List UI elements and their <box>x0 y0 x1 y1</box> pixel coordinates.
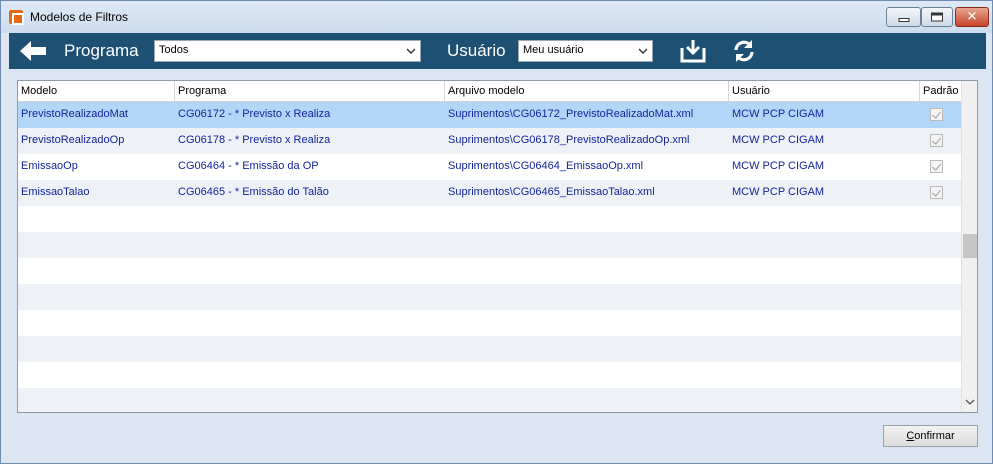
cell-padrao <box>920 128 961 154</box>
padrao-checkbox[interactable] <box>930 186 943 199</box>
empty-row <box>18 284 961 310</box>
cell-padrao <box>920 180 961 206</box>
cell-usuario: MCW PCP CIGAM <box>732 134 825 146</box>
cell-padrao <box>920 154 961 180</box>
cell-usuario: MCW PCP CIGAM <box>732 108 825 120</box>
cell-programa: CG06172 - * Previsto x Realiza <box>178 108 331 120</box>
cell-usuario: MCW PCP CIGAM <box>732 160 825 172</box>
scroll-down-icon[interactable] <box>965 397 975 407</box>
scrollbar-thumb[interactable] <box>963 234 977 258</box>
padrao-checkbox[interactable] <box>930 108 943 121</box>
cell-programa: CG06465 - * Emissão do Talão <box>178 186 329 198</box>
chevron-down-icon <box>406 48 416 54</box>
programa-select[interactable]: Todos <box>154 40 421 62</box>
table-row[interactable]: PrevistoRealizadoOp CG06178 - * Previsto… <box>18 128 961 154</box>
window-title: Modelos de Filtros <box>30 10 129 24</box>
cell-modelo: PrevistoRealizadoMat <box>21 108 128 120</box>
usuario-label: Usuário <box>447 41 506 60</box>
empty-row <box>18 258 961 284</box>
table-row[interactable]: EmissaoOp CG06464 - * Emissão da OP Supr… <box>18 154 961 180</box>
cell-modelo: PrevistoRealizadoOp <box>21 134 125 146</box>
empty-row <box>18 388 961 412</box>
grid-rows: PrevistoRealizadoMat CG06172 - * Previst… <box>18 102 961 412</box>
toolbar: Programa Todos Usuário Meu usuário <box>9 33 986 69</box>
column-header-padrao[interactable]: Padrão <box>920 81 961 102</box>
table-row[interactable]: EmissaoTalao CG06465 - * Emissão do Talã… <box>18 180 961 206</box>
cell-arquivo: Suprimentos\CG06464_EmissaoOp.xml <box>448 160 644 172</box>
window: Modelos de Filtros ✕ Programa Todos Usuá… <box>0 0 993 464</box>
padrao-checkbox[interactable] <box>930 160 943 173</box>
cell-modelo: EmissaoTalao <box>21 186 90 198</box>
empty-row <box>18 206 961 232</box>
confirm-button[interactable]: Confirmar <box>883 425 978 447</box>
programa-label: Programa <box>64 41 139 60</box>
usuario-select[interactable]: Meu usuário <box>518 40 653 62</box>
import-icon[interactable] <box>680 39 706 63</box>
models-grid[interactable]: Modelo Programa Arquivo modelo Usuário P… <box>17 80 978 413</box>
close-icon: ✕ <box>966 9 978 25</box>
cell-modelo: EmissaoOp <box>21 160 78 172</box>
column-header-usuario[interactable]: Usuário <box>729 81 920 102</box>
chevron-down-icon <box>638 48 648 54</box>
back-arrow-icon[interactable] <box>17 38 49 64</box>
cell-arquivo: Suprimentos\CG06172_PrevistoRealizadoMat… <box>448 108 694 120</box>
empty-row <box>18 232 961 258</box>
cell-usuario: MCW PCP CIGAM <box>732 186 825 198</box>
maximize-icon <box>931 12 943 22</box>
vertical-scrollbar[interactable] <box>961 81 977 412</box>
empty-row <box>18 336 961 362</box>
programa-select-value: Todos <box>159 44 189 56</box>
cell-arquivo: Suprimentos\CG06465_EmissaoTalao.xml <box>448 186 655 198</box>
confirm-button-label: onfirmar <box>914 430 955 442</box>
padrao-checkbox[interactable] <box>930 134 943 147</box>
maximize-button[interactable] <box>921 7 953 27</box>
column-header-modelo[interactable]: Modelo <box>18 81 175 102</box>
cell-padrao <box>920 102 961 128</box>
cell-programa: CG06178 - * Previsto x Realiza <box>178 134 331 146</box>
column-header-arquivo[interactable]: Arquivo modelo <box>445 81 729 102</box>
grid-header: Modelo Programa Arquivo modelo Usuário P… <box>18 81 961 102</box>
cell-programa: CG06464 - * Emissão da OP <box>178 160 319 172</box>
usuario-select-value: Meu usuário <box>523 44 584 56</box>
column-header-programa[interactable]: Programa <box>175 81 445 102</box>
close-button[interactable]: ✕ <box>955 7 989 27</box>
table-row[interactable]: PrevistoRealizadoMat CG06172 - * Previst… <box>18 102 961 128</box>
empty-row <box>18 362 961 388</box>
refresh-icon[interactable] <box>731 39 757 63</box>
title-bar: Modelos de Filtros ✕ <box>1 1 992 33</box>
empty-row <box>18 310 961 336</box>
cell-arquivo: Suprimentos\CG06178_PrevistoRealizadoOp.… <box>448 134 690 146</box>
minimize-icon <box>898 18 909 22</box>
minimize-button[interactable] <box>886 7 921 27</box>
app-icon <box>9 10 24 25</box>
